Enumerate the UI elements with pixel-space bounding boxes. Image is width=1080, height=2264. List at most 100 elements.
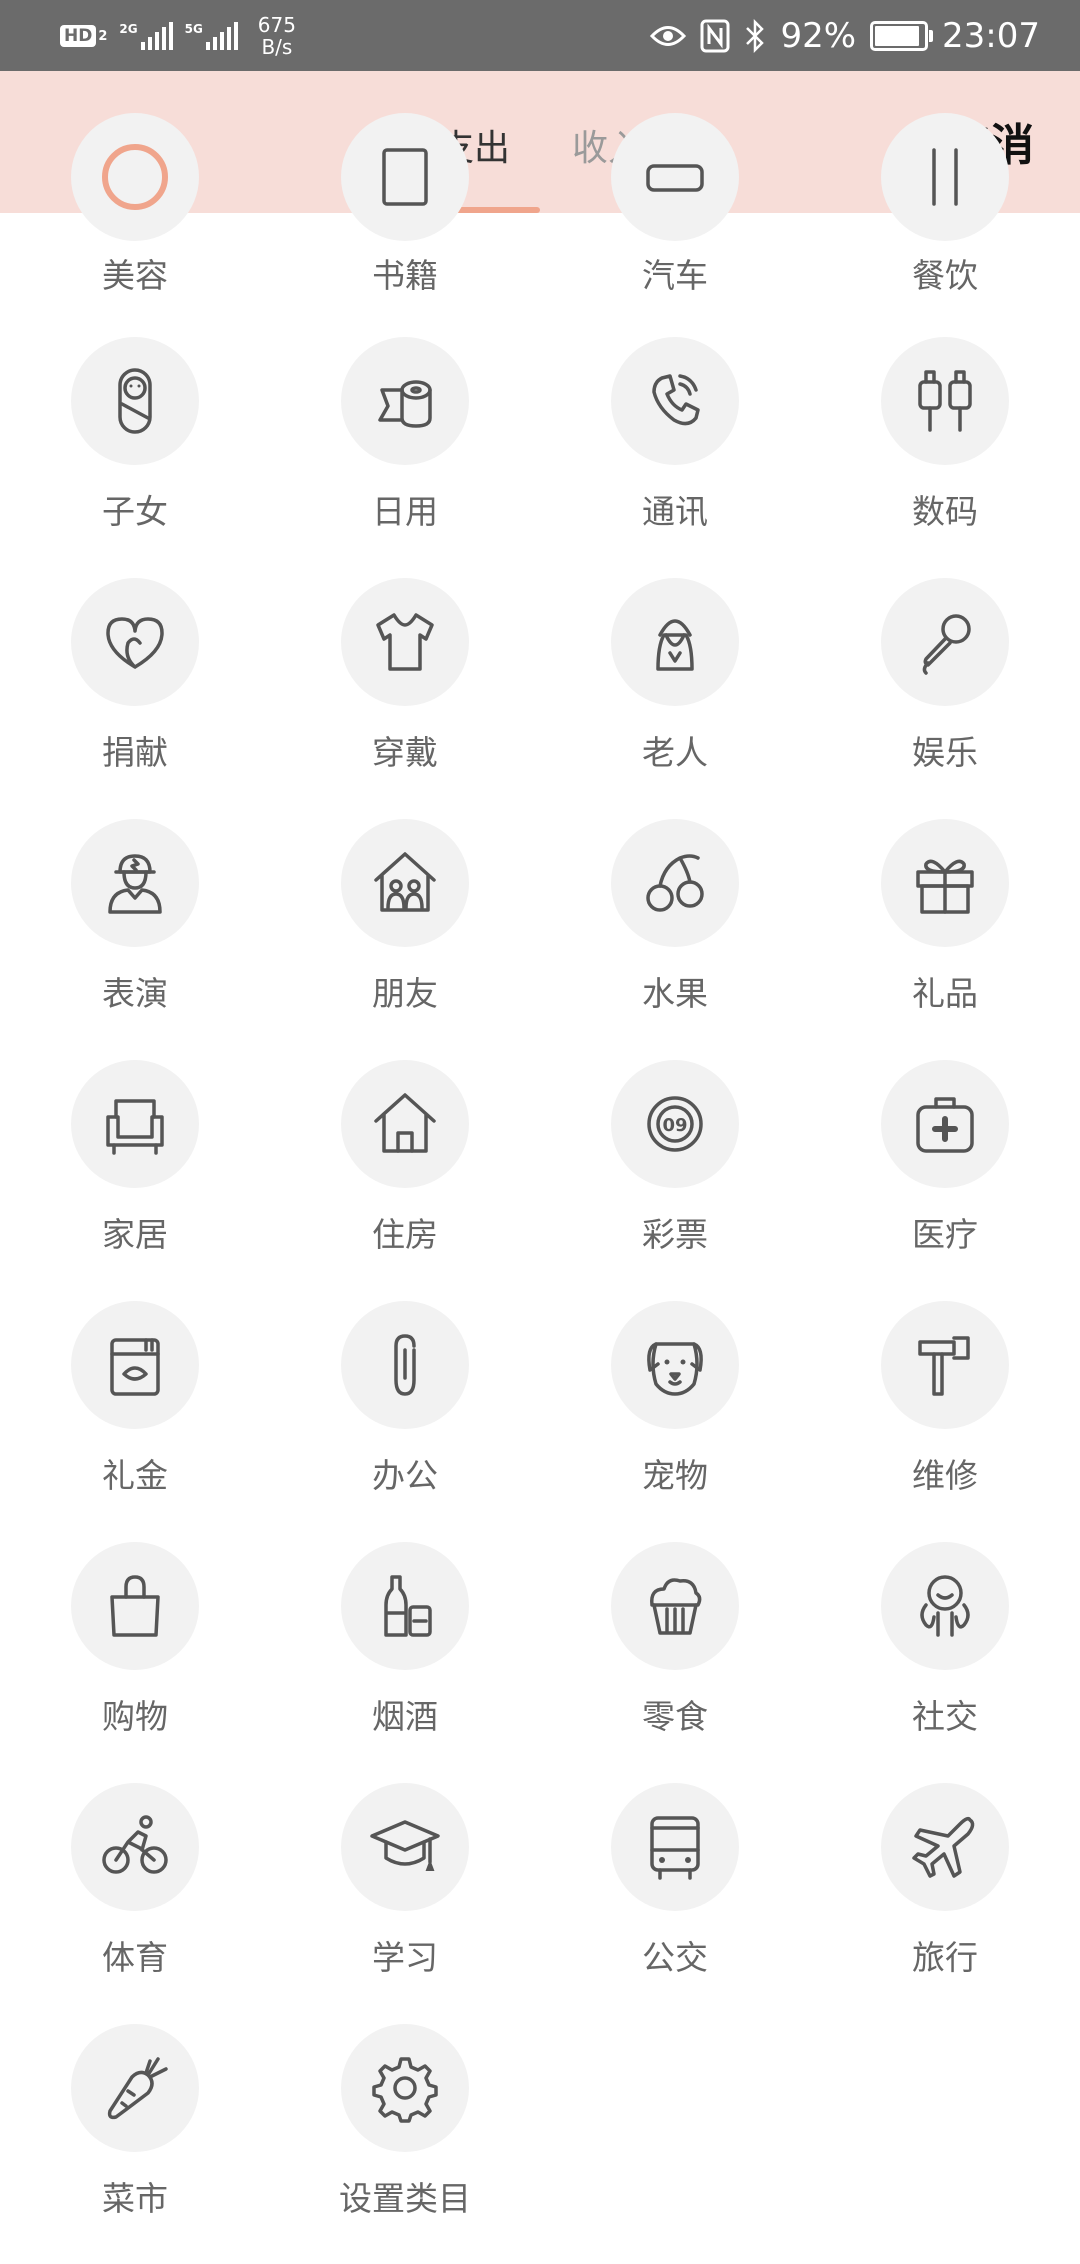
category-item[interactable]: 医疗 xyxy=(810,1060,1080,1300)
clock: 23:07 xyxy=(942,15,1040,56)
category-icon-button[interactable] xyxy=(341,337,469,465)
category-label: 娱乐 xyxy=(912,733,978,772)
tissue-roll-icon xyxy=(378,380,432,428)
category-label: 公交 xyxy=(642,1938,708,1977)
bus-icon xyxy=(650,1816,700,1880)
category-label: 美容 xyxy=(102,256,168,295)
sim2-label: 5G xyxy=(184,22,203,36)
gift-icon xyxy=(916,859,974,914)
lottery-ball-number: 09 xyxy=(662,1115,687,1136)
category-item[interactable]: 礼金 xyxy=(0,1301,270,1541)
category-label: 零食 xyxy=(642,1697,708,1736)
category-label: 餐饮 xyxy=(912,256,978,295)
category-item[interactable]: 水果 xyxy=(540,819,810,1059)
category-item[interactable]: 学习 xyxy=(270,1783,540,2023)
category-label: 朋友 xyxy=(372,974,438,1013)
category-label: 办公 xyxy=(372,1456,438,1495)
category-icon-button[interactable] xyxy=(881,578,1009,706)
category-label: 购物 xyxy=(102,1697,168,1736)
carrot-icon xyxy=(107,2057,168,2120)
category-item[interactable]: 零食 xyxy=(540,1542,810,1782)
category-icon-button[interactable] xyxy=(611,1301,739,1429)
category-icon-button[interactable] xyxy=(341,1783,469,1911)
category-icon-button[interactable] xyxy=(341,1301,469,1429)
category-item[interactable]: 宠物 xyxy=(540,1301,810,1541)
category-icon-button[interactable] xyxy=(881,1060,1009,1188)
category-label: 通讯 xyxy=(642,492,708,531)
category-item[interactable]: 体育 xyxy=(0,1783,270,2023)
elder-icon xyxy=(656,619,694,671)
category-icon-button[interactable] xyxy=(71,113,199,241)
category-item[interactable]: 公交 xyxy=(540,1783,810,2023)
category-icon-button[interactable] xyxy=(881,819,1009,947)
category-icon-button[interactable] xyxy=(611,337,739,465)
category-icon-button[interactable] xyxy=(341,578,469,706)
battery-percent: 92% xyxy=(780,15,857,56)
category-item[interactable]: 子女 xyxy=(0,337,270,577)
category-icon-button[interactable] xyxy=(71,1301,199,1429)
category-icon-button[interactable] xyxy=(611,578,739,706)
performer-icon xyxy=(108,854,162,914)
category-label: 汽车 xyxy=(642,256,708,295)
category-item[interactable]: 社交 xyxy=(810,1542,1080,1782)
category-icon-button[interactable] xyxy=(71,337,199,465)
category-icon-button[interactable] xyxy=(341,1060,469,1188)
category-icon-button[interactable] xyxy=(611,819,739,947)
category-icon-button[interactable] xyxy=(611,1542,739,1670)
category-label: 数码 xyxy=(912,492,978,531)
cyclist-icon xyxy=(102,1815,168,1874)
category-item[interactable]: 烟酒 xyxy=(270,1542,540,1782)
category-label: 彩票 xyxy=(642,1215,708,1254)
category-item[interactable]: 老人 xyxy=(540,578,810,818)
category-label: 家居 xyxy=(102,1215,168,1254)
category-icon-button[interactable] xyxy=(71,1060,199,1188)
category-item[interactable]: 穿戴 xyxy=(270,578,540,818)
category-item[interactable]: 09 彩票 xyxy=(540,1060,810,1300)
category-item[interactable]: 通讯 xyxy=(540,337,810,577)
category-icon-button[interactable] xyxy=(881,1542,1009,1670)
category-icon-button[interactable] xyxy=(881,337,1009,465)
category-item[interactable]: 设置类目 xyxy=(270,2024,540,2264)
signal-bars-icon xyxy=(205,22,238,50)
tshirt-icon xyxy=(376,613,434,671)
category-icon-button[interactable] xyxy=(71,2024,199,2152)
category-icon-button[interactable] xyxy=(71,819,199,947)
category-item[interactable]: 表演 xyxy=(0,819,270,1059)
category-item[interactable]: 日用 xyxy=(270,337,540,577)
category-item[interactable]: 礼品 xyxy=(810,819,1080,1059)
category-item[interactable]: 数码 xyxy=(810,337,1080,577)
category-item[interactable]: 旅行 xyxy=(810,1783,1080,2023)
bluetooth-icon xyxy=(746,18,765,53)
speed-unit: B/s xyxy=(261,35,293,59)
category-item[interactable]: 办公 xyxy=(270,1301,540,1541)
category-item[interactable]: 家居 xyxy=(0,1060,270,1300)
category-item[interactable]: 捐献 xyxy=(0,578,270,818)
category-icon-button[interactable] xyxy=(341,113,469,241)
category-icon-button[interactable] xyxy=(71,1542,199,1670)
category-label: 旅行 xyxy=(912,1938,978,1977)
category-icon-button[interactable] xyxy=(611,1783,739,1911)
category-icon-button[interactable] xyxy=(341,2024,469,2152)
category-item[interactable]: 菜市 xyxy=(0,2024,270,2264)
category-icon-button[interactable] xyxy=(881,113,1009,241)
category-icon-button[interactable] xyxy=(71,578,199,706)
category-icon-button[interactable]: 09 xyxy=(611,1060,739,1188)
signal-sim2: 5G xyxy=(185,22,238,50)
category-item[interactable]: 娱乐 xyxy=(810,578,1080,818)
shopping-bag-icon xyxy=(110,1575,160,1637)
category-icon-button[interactable] xyxy=(881,1783,1009,1911)
category-icon-button[interactable] xyxy=(71,1783,199,1911)
category-item[interactable]: 朋友 xyxy=(270,819,540,1059)
red-envelope-icon xyxy=(110,1338,160,1396)
category-item[interactable]: 购物 xyxy=(0,1542,270,1782)
category-icon-button[interactable] xyxy=(611,113,739,241)
nfc-icon xyxy=(700,19,730,52)
category-item[interactable]: 住房 xyxy=(270,1060,540,1300)
category-icon-button[interactable] xyxy=(341,819,469,947)
category-item[interactable]: 维修 xyxy=(810,1301,1080,1541)
status-left: HD 2 2G 5G 675 B/s xyxy=(60,12,296,60)
category-icon-button[interactable] xyxy=(881,1301,1009,1429)
signal-bars-icon xyxy=(140,22,173,50)
category-icon-button[interactable] xyxy=(341,1542,469,1670)
dog-icon xyxy=(647,1342,703,1396)
